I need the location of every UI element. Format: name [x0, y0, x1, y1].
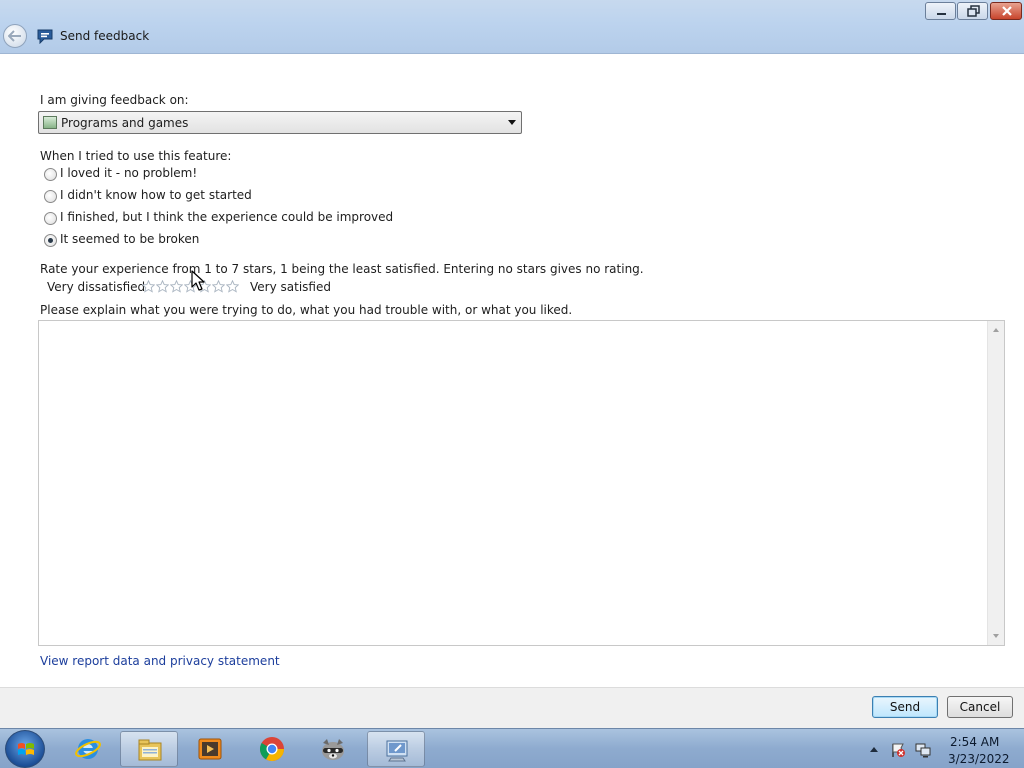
windows-logo-icon — [18, 743, 34, 755]
show-hidden-icons-icon[interactable] — [870, 746, 878, 752]
mouse-cursor-icon — [191, 270, 205, 291]
send-button[interactable]: Send — [872, 696, 938, 718]
tray-clock-time[interactable]: 2:54 AM — [950, 735, 999, 749]
feedback-on-value: Programs and games — [61, 116, 189, 130]
scroll-down-icon[interactable] — [993, 634, 999, 638]
close-button[interactable] — [990, 2, 1022, 20]
chrome-icon — [259, 737, 284, 762]
close-icon — [991, 3, 1021, 19]
explanation-textarea[interactable] — [38, 320, 1005, 646]
star-icon[interactable] — [170, 280, 183, 293]
taskbar-media-player[interactable] — [181, 731, 239, 767]
raccoon-app-icon — [322, 739, 344, 760]
title-bar: Send feedback — [0, 0, 1024, 54]
rating-high-label: Very satisfied — [250, 280, 331, 294]
feature-question: When I tried to use this feature: — [40, 149, 232, 163]
restore-icon — [958, 3, 987, 19]
taskbar-chrome[interactable] — [243, 731, 301, 767]
rating-low-label: Very dissatisfied — [47, 280, 146, 294]
window-title: Send feedback — [60, 29, 150, 43]
taskbar-internet-explorer[interactable] — [59, 731, 117, 767]
restore-button[interactable] — [957, 2, 988, 20]
radio-button-selected[interactable] — [44, 234, 57, 247]
radio-button[interactable] — [44, 212, 57, 225]
minimize-icon — [926, 3, 955, 19]
feedback-on-dropdown[interactable]: Programs and games — [38, 111, 522, 134]
rating-instructions: Rate your experience from 1 to 7 stars, … — [40, 262, 644, 276]
taskbar-file-explorer[interactable] — [120, 731, 178, 767]
option-label: It seemed to be broken — [60, 232, 200, 246]
minimize-button[interactable] — [925, 2, 956, 20]
explain-prompt: Please explain what you were trying to d… — [40, 303, 573, 317]
feedback-icon — [37, 29, 53, 44]
media-player-icon — [198, 738, 222, 760]
feedback-on-label: I am giving feedback on: — [40, 93, 189, 107]
star-icon[interactable] — [156, 280, 169, 293]
option-label: I loved it - no problem! — [60, 166, 198, 180]
tray-clock-date[interactable]: 3/23/2022 — [948, 752, 1010, 766]
star-icon[interactable] — [212, 280, 225, 293]
taskbar: 2:54 AM 3/23/2022 — [0, 728, 1024, 768]
option-label: I finished, but I think the experience c… — [60, 210, 394, 224]
chevron-down-icon — [508, 120, 516, 125]
file-explorer-icon — [138, 739, 162, 761]
radio-button[interactable] — [44, 168, 57, 181]
back-button[interactable] — [3, 24, 27, 48]
taskbar-raccoon-app[interactable] — [304, 731, 362, 767]
star-icon[interactable] — [142, 280, 155, 293]
privacy-link[interactable]: View report data and privacy statement — [40, 654, 280, 668]
start-button[interactable] — [5, 730, 45, 768]
cancel-button[interactable]: Cancel — [947, 696, 1013, 718]
option-label: I didn't know how to get started — [60, 188, 252, 202]
scroll-up-icon[interactable] — [993, 328, 999, 332]
radio-button[interactable] — [44, 190, 57, 203]
programs-icon — [43, 116, 57, 129]
feedback-app-icon — [386, 740, 408, 762]
action-center-flag-icon[interactable] — [890, 742, 906, 758]
star-icon[interactable] — [226, 280, 239, 293]
button-bar — [0, 687, 1024, 728]
vertical-scrollbar[interactable] — [987, 321, 1004, 645]
internet-explorer-icon — [75, 739, 101, 759]
network-icon[interactable] — [915, 742, 931, 758]
back-arrow-icon — [8, 30, 21, 42]
system-tray: 2:54 AM 3/23/2022 — [866, 731, 1018, 767]
taskbar-feedback-app[interactable] — [367, 731, 425, 767]
